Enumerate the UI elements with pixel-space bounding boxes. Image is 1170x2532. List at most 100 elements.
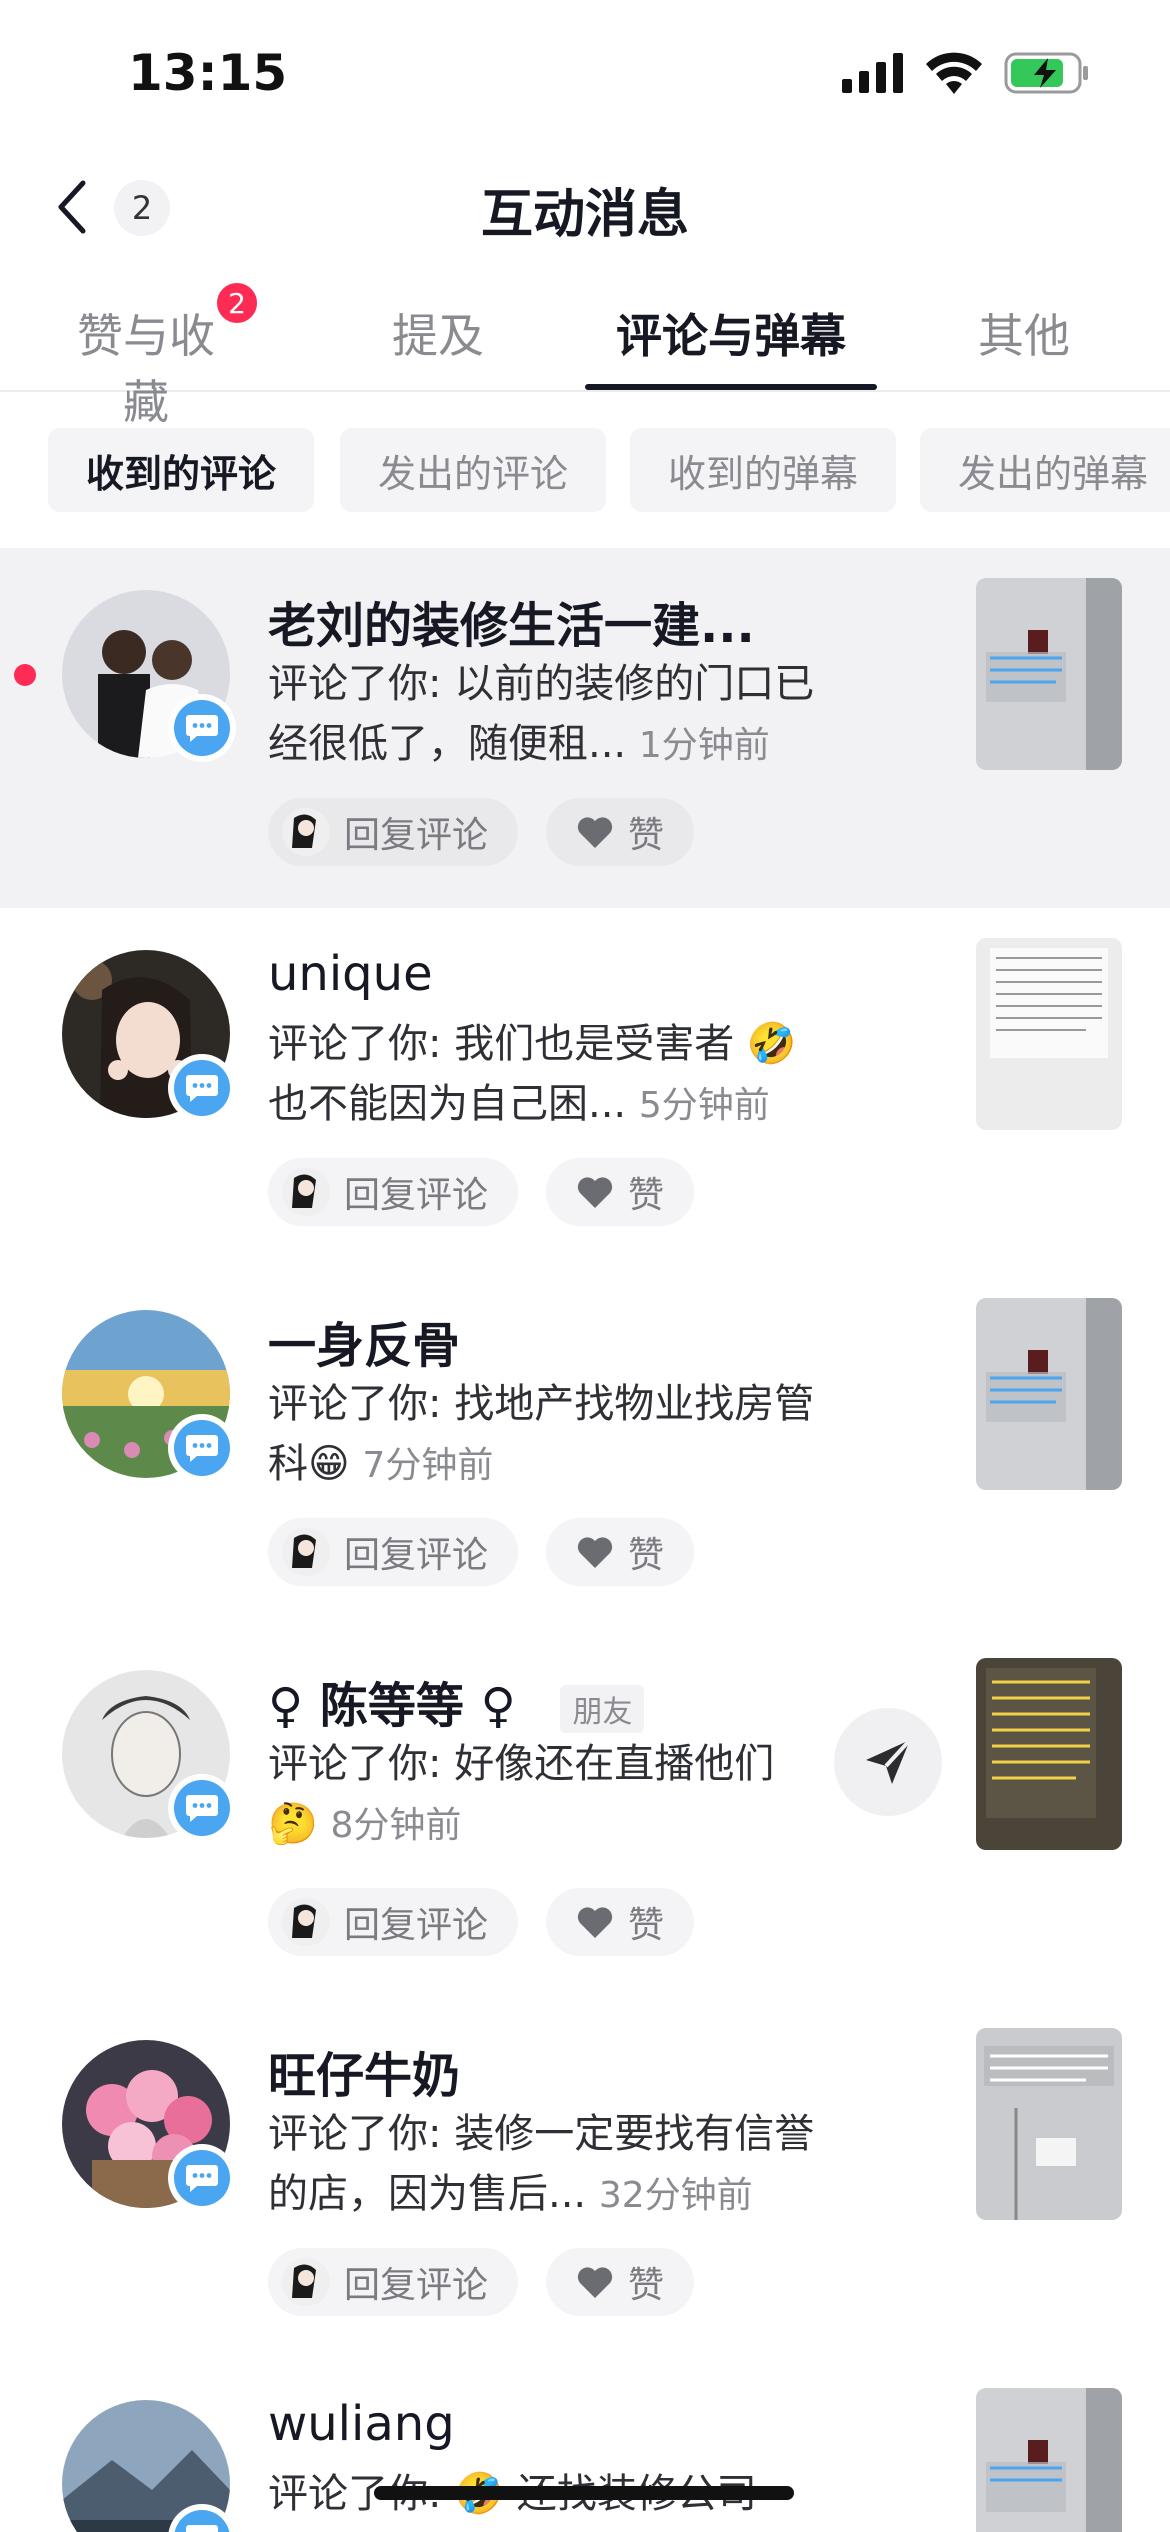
comment-text: 评论了你: 以前的装修的门口已经很低了，随便租... 1分钟前 — [268, 654, 828, 776]
tab-likes-badge: 2 — [214, 280, 260, 326]
chat-bubble-icon — [186, 1075, 218, 1102]
comment-time: 1分钟前 — [638, 725, 770, 766]
reply-label: 回复评论 — [344, 815, 489, 856]
heart-icon — [577, 1177, 613, 1208]
friend-tag: 朋友 — [560, 1685, 645, 1733]
user-name-text: ♀ 陈等等 ♀ — [268, 1678, 516, 1734]
video-thumbnail[interactable] — [976, 2028, 1122, 2220]
tab-bar: 赞与收藏 2 提及 评论与弹幕 其他 — [0, 280, 1170, 429]
reply-label: 回复评论 — [344, 1535, 489, 1576]
list-item[interactable]: unique 评论了你: 我们也是受害者 🤣 也不能因为自己困... 5分钟前 … — [0, 908, 1170, 1268]
tab-mentions[interactable]: 提及 — [392, 300, 484, 366]
wifi-icon — [926, 52, 982, 94]
user-name[interactable]: 一身反骨 — [268, 1306, 460, 1376]
reply-label: 回复评论 — [344, 1175, 489, 1216]
tab-comments[interactable]: 评论与弹幕 — [606, 300, 856, 366]
chip-received-comments[interactable]: 收到的评论 — [48, 428, 315, 512]
chip-sent-comments[interactable]: 发出的评论 — [340, 428, 607, 512]
video-thumbnail[interactable] — [976, 1298, 1122, 1490]
reply-button[interactable]: 回复评论 — [268, 798, 519, 866]
reply-button[interactable]: 回复评论 — [268, 1158, 519, 1226]
chat-bubble-icon — [186, 715, 218, 742]
like-button[interactable]: 赞 — [546, 798, 695, 866]
item-actions: 回复评论 赞 — [268, 2248, 695, 2316]
chat-bubble-icon — [186, 1795, 218, 1822]
like-label: 赞 — [628, 1175, 665, 1216]
heart-icon — [577, 1907, 613, 1938]
reply-label: 回复评论 — [344, 2265, 489, 2306]
reply-label: 回复评论 — [344, 1905, 489, 1946]
list-item[interactable]: 老刘的装修生活一建... 评论了你: 以前的装修的门口已经很低了，随便租... … — [0, 548, 1170, 908]
battery-icon — [1004, 52, 1088, 94]
reply-button[interactable]: 回复评论 — [268, 2248, 519, 2316]
comment-text: 评论了你: 好像还在直播他们 🤔 8分钟前 — [268, 1734, 808, 1856]
tab-label: 赞与收藏 — [77, 309, 215, 429]
comment-time: 8分钟前 — [330, 1805, 462, 1846]
user-name[interactable]: wuliang — [268, 2396, 455, 2452]
filter-chips: 收到的评论 发出的评论 收到的弹幕 发出的弹幕 — [0, 428, 1170, 512]
like-label: 赞 — [628, 2265, 665, 2306]
tab-label: 评论与弹幕 — [616, 309, 846, 363]
like-button[interactable]: 赞 — [546, 1158, 695, 1226]
reply-button[interactable]: 回复评论 — [268, 1518, 519, 1586]
like-label: 赞 — [628, 1535, 665, 1576]
item-actions: 回复评论 赞 — [268, 798, 695, 866]
my-avatar — [282, 1528, 330, 1576]
home-indicator[interactable] — [374, 2486, 794, 2500]
comment-text: 评论了你: 装修一定要找有信誉的店，因为售后... 32分钟前 — [268, 2104, 828, 2226]
video-thumbnail[interactable] — [976, 2388, 1122, 2532]
user-name[interactable]: 旺仔牛奶 — [268, 2036, 460, 2106]
my-avatar — [282, 2258, 330, 2306]
status-icons — [842, 52, 1090, 94]
comment-text: 评论了你: 我们也是受害者 🤣 也不能因为自己困... 5分钟前 — [268, 1014, 828, 1136]
active-tab-underline — [585, 384, 877, 390]
list-item[interactable]: wuliang 评论了你: 🤣 还找装修公司 — [0, 2358, 1170, 2532]
nav-bar: 2 互动消息 — [0, 150, 1170, 270]
item-actions: 回复评论 赞 — [268, 1888, 695, 1956]
comment-type-badge — [168, 1054, 236, 1122]
chip-received-danmaku[interactable]: 收到的弹幕 — [630, 428, 897, 512]
item-actions: 回复评论 赞 — [268, 1158, 695, 1226]
tab-label: 提及 — [392, 309, 484, 363]
heart-icon — [577, 1537, 613, 1568]
my-avatar — [282, 808, 330, 856]
like-button[interactable]: 赞 — [546, 1888, 695, 1956]
chip-sent-danmaku[interactable]: 发出的弹幕 — [920, 428, 1170, 512]
send-icon — [866, 1738, 912, 1784]
like-label: 赞 — [628, 815, 665, 856]
chat-bubble-icon — [186, 2165, 218, 2192]
comment-type-badge — [168, 1414, 236, 1482]
my-avatar — [282, 1168, 330, 1216]
video-thumbnail[interactable] — [976, 1658, 1122, 1850]
share-button[interactable] — [834, 1708, 942, 1816]
signal-icon — [842, 53, 903, 93]
user-name[interactable]: 老刘的装修生活一建... — [268, 586, 755, 656]
tab-likes[interactable]: 赞与收藏 — [56, 300, 236, 432]
comment-time: 32分钟前 — [598, 2175, 753, 2216]
like-button[interactable]: 赞 — [546, 1518, 695, 1586]
video-thumbnail[interactable] — [976, 938, 1122, 1130]
user-name[interactable]: unique — [268, 946, 433, 1002]
comment-time: 7分钟前 — [362, 1445, 494, 1486]
comment-type-badge — [168, 694, 236, 762]
status-time: 13:15 — [128, 44, 288, 102]
tab-other[interactable]: 其他 — [978, 300, 1070, 366]
status-bar: 13:15 — [0, 0, 1170, 150]
reply-button[interactable]: 回复评论 — [268, 1888, 519, 1956]
my-avatar — [282, 1898, 330, 1946]
heart-icon — [577, 2267, 613, 2298]
like-button[interactable]: 赞 — [546, 2248, 695, 2316]
list-item[interactable]: 一身反骨 评论了你: 找地产找物业找房管科😁 7分钟前 回复评论 赞 — [0, 1268, 1170, 1628]
list-item[interactable]: ♀ 陈等等 ♀ 朋友 评论了你: 好像还在直播他们 🤔 8分钟前 回复评论 赞 — [0, 1628, 1170, 1998]
comment-time: 5分钟前 — [638, 1085, 770, 1126]
comment-type-badge — [168, 2144, 236, 2212]
like-label: 赞 — [628, 1905, 665, 1946]
user-name[interactable]: ♀ 陈等等 ♀ 朋友 — [268, 1666, 645, 1736]
comment-type-badge — [168, 1774, 236, 1842]
video-thumbnail[interactable] — [976, 578, 1122, 770]
comment-body: 评论了你: 找地产找物业找房管科😁 — [268, 1381, 815, 1487]
chat-bubble-icon — [186, 2525, 218, 2532]
heart-icon — [577, 817, 613, 848]
comment-text: 评论了你: 找地产找物业找房管科😁 7分钟前 — [268, 1374, 828, 1496]
list-item[interactable]: 旺仔牛奶 评论了你: 装修一定要找有信誉的店，因为售后... 32分钟前 回复评… — [0, 1998, 1170, 2358]
